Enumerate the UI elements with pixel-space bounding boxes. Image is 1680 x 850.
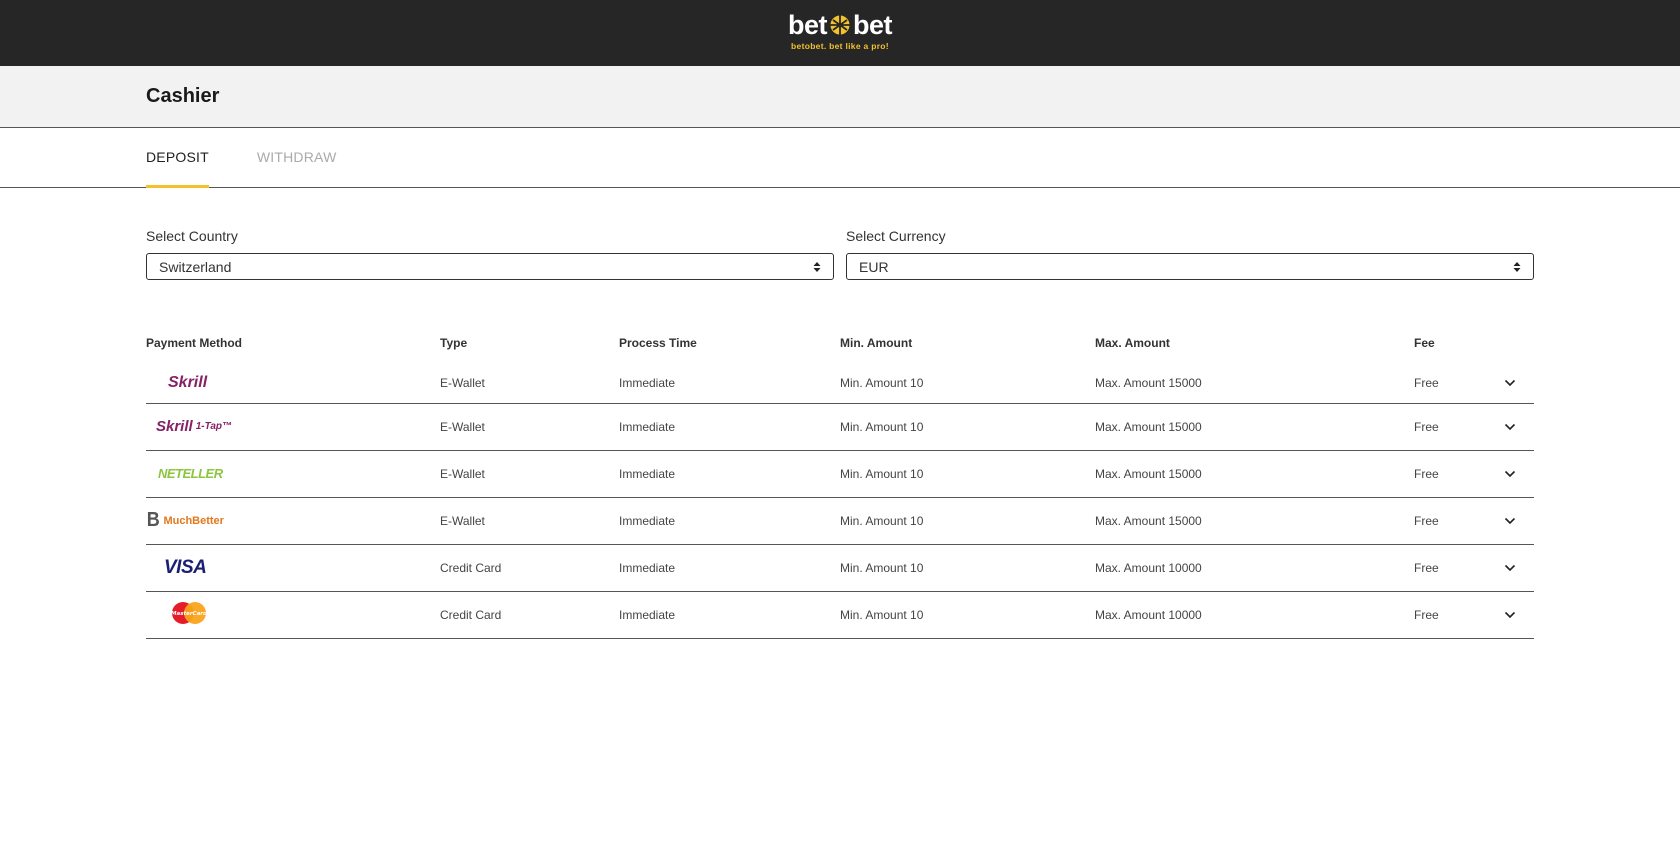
deposit-panel: Select Country Switzerland Select Curren…	[0, 228, 1680, 639]
mastercard-wordmark: MasterCard	[171, 611, 207, 617]
tab-withdraw[interactable]: WITHDRAW	[257, 128, 337, 188]
muchbetter-mark: B	[146, 509, 160, 531]
page-title: Cashier	[146, 85, 220, 107]
skrill-1tap-suffix: 1-Tap™	[195, 421, 232, 432]
chevron-down-icon[interactable]	[1504, 423, 1516, 431]
cell-min-amount: Min. Amount 10	[840, 544, 1095, 592]
currency-select[interactable]: EUR	[846, 253, 1534, 280]
header-max-amount: Max. Amount	[1095, 336, 1170, 350]
cell-fee: Free	[1414, 403, 1504, 451]
currency-label: Select Currency	[846, 228, 946, 244]
header-min-amount: Min. Amount	[840, 336, 913, 350]
cell-fee: Free	[1414, 591, 1504, 639]
chevron-down-icon[interactable]	[1504, 379, 1516, 387]
cell-process-time: Immediate	[619, 363, 840, 404]
country-value: Switzerland	[159, 258, 232, 275]
country-filter: Select Country Switzerland	[146, 228, 834, 280]
header-fee: Fee	[1414, 336, 1435, 350]
table-header-row: Payment Method Type Process Time Min. Am…	[146, 336, 1534, 363]
cell-process-time: Immediate	[619, 450, 840, 498]
skrill-1tap-logo: Skrill 1-Tap™	[146, 418, 232, 435]
visa-logo: VISA	[164, 556, 207, 578]
neteller-logo: NETELLER	[158, 466, 223, 481]
betobet-logo[interactable]: bet bet betobet. bet like a pro!	[788, 10, 893, 51]
muchbetter-logo: B MuchBetter	[146, 509, 224, 532]
cell-type: E-Wallet	[440, 497, 619, 545]
cell-type: Credit Card	[440, 591, 619, 639]
chevron-down-icon[interactable]	[1504, 470, 1516, 478]
chevron-down-icon[interactable]	[1504, 517, 1516, 525]
cell-max-amount: Max. Amount 10000	[1095, 544, 1414, 592]
cell-min-amount: Min. Amount 10	[840, 403, 1095, 451]
table-row[interactable]: NETELLER E-Wallet Immediate Min. Amount …	[146, 450, 1534, 498]
cell-type: E-Wallet	[440, 363, 619, 404]
payment-methods-table: Payment Method Type Process Time Min. Am…	[146, 336, 1534, 639]
cell-process-time: Immediate	[619, 544, 840, 592]
sort-updown-icon	[1513, 261, 1521, 272]
chevron-down-icon[interactable]	[1504, 611, 1516, 619]
sort-updown-icon	[813, 261, 821, 272]
header-type: Type	[440, 336, 468, 350]
cell-min-amount: Min. Amount 10	[840, 363, 1095, 404]
table-row[interactable]: Skrill E-Wallet Immediate Min. Amount 10…	[146, 363, 1534, 404]
tab-deposit[interactable]: DEPOSIT	[146, 128, 209, 188]
table-row[interactable]: Skrill 1-Tap™ E-Wallet Immediate Min. Amo…	[146, 403, 1534, 451]
cell-min-amount: Min. Amount 10	[840, 497, 1095, 545]
header-process-time: Process Time	[619, 336, 697, 350]
cell-process-time: Immediate	[619, 403, 840, 451]
filter-row: Select Country Switzerland Select Curren…	[146, 228, 1534, 280]
cell-max-amount: Max. Amount 10000	[1095, 591, 1414, 639]
cell-max-amount: Max. Amount 15000	[1095, 403, 1414, 451]
logo-word-left: bet	[788, 10, 828, 40]
table-row[interactable]: VISA Credit Card Immediate Min. Amount 1…	[146, 544, 1534, 592]
cell-min-amount: Min. Amount 10	[840, 450, 1095, 498]
cell-fee: Free	[1414, 363, 1504, 404]
logo-word-right: bet	[853, 10, 893, 40]
currency-value: EUR	[859, 258, 889, 275]
cell-process-time: Immediate	[619, 591, 840, 639]
cell-fee: Free	[1414, 497, 1504, 545]
cell-min-amount: Min. Amount 10	[840, 591, 1095, 639]
skrill-logo: Skrill	[168, 373, 208, 391]
muchbetter-word: MuchBetter	[163, 514, 224, 527]
mastercard-circles-icon: MasterCard	[171, 602, 207, 624]
cashier-tabs: DEPOSIT WITHDRAW	[0, 128, 1680, 188]
cell-type: E-Wallet	[440, 403, 619, 451]
cell-type: Credit Card	[440, 544, 619, 592]
header-payment-method: Payment Method	[146, 336, 243, 350]
country-select[interactable]: Switzerland	[146, 253, 834, 280]
cell-max-amount: Max. Amount 15000	[1095, 497, 1414, 545]
cell-max-amount: Max. Amount 15000	[1095, 450, 1414, 498]
page-header: Cashier	[0, 66, 1680, 128]
ball-icon	[829, 14, 851, 36]
table-row[interactable]: MasterCard Credit Card Immediate Min. Am…	[146, 591, 1534, 639]
chevron-down-icon[interactable]	[1504, 564, 1516, 572]
logo-tagline: betobet. bet like a pro!	[791, 41, 889, 51]
cell-max-amount: Max. Amount 15000	[1095, 363, 1414, 404]
mastercard-logo: MasterCard	[146, 601, 208, 625]
cell-process-time: Immediate	[619, 497, 840, 545]
cell-type: E-Wallet	[440, 450, 619, 498]
country-label: Select Country	[146, 228, 238, 244]
currency-filter: Select Currency EUR	[846, 228, 1534, 280]
table-row[interactable]: B MuchBetter E-Wallet Immediate Min. Amou…	[146, 497, 1534, 545]
top-bar: bet bet betobet. bet like a pro!	[0, 0, 1680, 66]
cell-fee: Free	[1414, 544, 1504, 592]
skrill-1tap-word: Skrill	[156, 418, 193, 435]
cell-fee: Free	[1414, 450, 1504, 498]
